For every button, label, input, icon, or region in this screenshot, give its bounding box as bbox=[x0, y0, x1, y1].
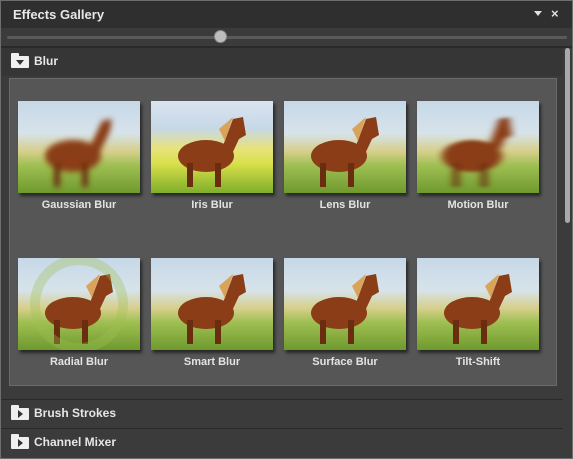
effect-thumbnail[interactable] bbox=[18, 101, 140, 193]
slider-thumb[interactable] bbox=[213, 30, 227, 43]
folder-collapse-icon[interactable] bbox=[11, 53, 29, 68]
horse-image bbox=[45, 119, 112, 187]
effect-label: Motion Blur bbox=[447, 199, 509, 211]
scrollbar-thumb[interactable] bbox=[565, 48, 570, 223]
folder-expand-icon[interactable] bbox=[11, 434, 29, 449]
horse-image bbox=[30, 258, 128, 350]
effect-label: Tilt-Shift bbox=[455, 356, 501, 368]
horse-image bbox=[311, 274, 379, 344]
effect-tilt-shift[interactable]: Tilt-Shift bbox=[417, 258, 539, 368]
category-header-blur[interactable]: Blur bbox=[1, 48, 563, 76]
effect-thumbnail[interactable] bbox=[417, 258, 539, 350]
effect-motion-blur[interactable]: Motion Blur bbox=[417, 101, 539, 211]
effect-label: Surface Blur bbox=[312, 356, 378, 368]
category-label: Channel Mixer bbox=[34, 435, 117, 449]
effect-label: Radial Blur bbox=[49, 356, 109, 368]
horse-image bbox=[311, 117, 379, 187]
dropdown-arrow-icon[interactable] bbox=[534, 11, 542, 16]
effect-gaussian-blur[interactable]: Gaussian Blur bbox=[18, 101, 140, 211]
category-label: Brush Strokes bbox=[34, 406, 117, 420]
panel-titlebar[interactable]: Effects Gallery × bbox=[1, 1, 572, 28]
category-header-channel-mixer[interactable]: Channel Mixer bbox=[1, 429, 563, 457]
panel-title: Effects Gallery bbox=[13, 7, 105, 22]
effect-lens-blur[interactable]: Lens Blur bbox=[284, 101, 406, 211]
effect-label: Gaussian Blur bbox=[41, 199, 117, 211]
horse-image bbox=[178, 117, 246, 187]
effect-thumbnail[interactable] bbox=[18, 258, 140, 350]
effect-smart-blur[interactable]: Smart Blur bbox=[151, 258, 273, 368]
category-header-brush-strokes[interactable]: Brush Strokes bbox=[1, 400, 563, 428]
effect-thumbnail[interactable] bbox=[151, 101, 273, 193]
effect-thumbnail[interactable] bbox=[284, 258, 406, 350]
effect-iris-blur[interactable]: Iris Blur bbox=[151, 101, 273, 211]
folder-expand-icon[interactable] bbox=[11, 405, 29, 420]
vertical-scrollbar[interactable] bbox=[563, 48, 572, 458]
effect-label: Lens Blur bbox=[319, 199, 371, 211]
slider-track[interactable] bbox=[7, 36, 567, 39]
thumbnail-size-slider[interactable] bbox=[1, 28, 572, 46]
horse-image bbox=[444, 274, 512, 344]
effect-thumbnail[interactable] bbox=[151, 258, 273, 350]
category-list: Blur Gaussian Blur Iris Blur Lens Blur M… bbox=[1, 48, 563, 458]
close-icon[interactable]: × bbox=[551, 6, 559, 22]
effects-gallery-panel: Effects Gallery × Blur Gaussian Blur Iri… bbox=[0, 0, 573, 459]
effect-surface-blur[interactable]: Surface Blur bbox=[284, 258, 406, 368]
effect-label: Smart Blur bbox=[183, 356, 241, 368]
horse-image bbox=[178, 274, 246, 344]
horse-image bbox=[442, 117, 512, 187]
effect-label: Iris Blur bbox=[191, 199, 233, 211]
category-label: Blur bbox=[34, 54, 58, 68]
effect-thumbnail[interactable] bbox=[284, 101, 406, 193]
effect-thumbnail[interactable] bbox=[417, 101, 539, 193]
blur-effects-grid: Gaussian Blur Iris Blur Lens Blur Motion… bbox=[9, 78, 557, 386]
effect-radial-blur[interactable]: Radial Blur bbox=[18, 258, 140, 368]
